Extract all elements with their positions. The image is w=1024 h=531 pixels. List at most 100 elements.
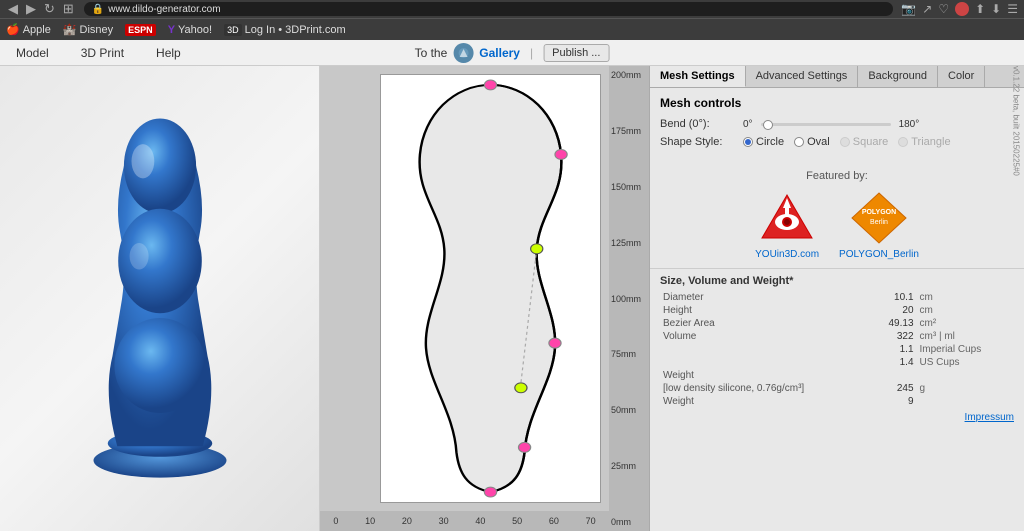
- browser-navigation: ◀ ▶ ↻ ⊞: [6, 1, 76, 17]
- polygon-berlin-logo-container: POLYGON Berlin POLYGON_Berlin: [839, 190, 919, 260]
- tab-mesh-settings[interactable]: Mesh Settings: [650, 66, 746, 87]
- bend-label: Bend (0°):: [660, 118, 735, 130]
- oval-radio-button[interactable]: [794, 137, 804, 147]
- featured-title: Featured by:: [660, 170, 1014, 182]
- control-point-1[interactable]: [518, 442, 530, 452]
- url-text: www.dildo-generator.com: [108, 4, 220, 15]
- heart-icon[interactable]: ♡: [938, 2, 949, 16]
- radio-circle[interactable]: Circle: [743, 136, 784, 148]
- featured-section: Featured by: YOUin3D.com: [650, 162, 1024, 268]
- mesh-controls-title: Mesh controls: [660, 96, 1014, 110]
- bend-min-label: 0°: [743, 119, 753, 130]
- bookmark-3dprint[interactable]: 3D Log In • 3DPrint.com: [224, 24, 346, 36]
- apple-icon: 🍎: [6, 23, 20, 36]
- bookmark-label: Apple: [23, 24, 51, 36]
- table-row: 1.4 US Cups: [660, 356, 1014, 369]
- bend-slider[interactable]: [761, 123, 891, 126]
- square-radio-button[interactable]: [840, 137, 850, 147]
- share-icon[interactable]: ↗: [922, 2, 932, 16]
- control-point-bottom[interactable]: [484, 487, 496, 497]
- size-panel-title: Size, Volume and Weight*: [660, 275, 1014, 287]
- profile-icon[interactable]: [955, 2, 969, 16]
- handle-1[interactable]: [531, 244, 543, 254]
- download-icon[interactable]: ⬇: [991, 2, 1001, 16]
- size-panel: Size, Volume and Weight* Diameter 10.1 c…: [650, 268, 1024, 429]
- yahoo-icon: Y: [168, 24, 175, 36]
- gallery-prefix: To the: [415, 46, 448, 60]
- tab-advanced-settings[interactable]: Advanced Settings: [746, 66, 859, 87]
- home-button[interactable]: ⊞: [61, 1, 76, 17]
- ruler-right: 200mm 175mm 150mm 125mm 100mm 75mm 50mm …: [609, 66, 649, 531]
- menu-3dprint[interactable]: 3D Print: [75, 43, 130, 63]
- table-row: Volume 322 cm³ | ml: [660, 330, 1014, 343]
- table-row: Diameter 10.1 cm: [660, 291, 1014, 304]
- settings-panel: v0.1.22 beta, built 20150225#0 Mesh Sett…: [650, 66, 1024, 531]
- bookmark-espn[interactable]: ESPN: [125, 24, 156, 36]
- menu-model[interactable]: Model: [10, 43, 55, 63]
- menu-help[interactable]: Help: [150, 43, 187, 63]
- menu-icon[interactable]: ☰: [1007, 2, 1018, 16]
- 3dprint-icon: 3D: [224, 24, 242, 36]
- back-button[interactable]: ◀: [6, 1, 20, 17]
- triangle-radio-button[interactable]: [898, 137, 908, 147]
- tab-background[interactable]: Background: [858, 66, 938, 87]
- reload-button[interactable]: ↻: [42, 1, 57, 17]
- bookmark-label: Log In • 3DPrint.com: [245, 24, 346, 36]
- table-row: Bezier Area 49.13 cm²: [660, 317, 1014, 330]
- address-bar[interactable]: 🔒 www.dildo-generator.com: [84, 2, 894, 16]
- circle-radio-button[interactable]: [743, 137, 753, 147]
- bookmark-yahoo[interactable]: Y Yahoo!: [168, 24, 212, 36]
- main-content: 200mm 175mm 150mm 125mm 100mm 75mm 50mm …: [0, 66, 1024, 531]
- radio-triangle[interactable]: Triangle: [898, 136, 950, 148]
- 3d-model-view: [60, 109, 260, 489]
- bookmark-disney[interactable]: 🏰 Disney: [63, 23, 113, 36]
- control-point-3[interactable]: [555, 149, 567, 159]
- main-menu: Model 3D Print Help: [10, 43, 187, 63]
- radio-square[interactable]: Square: [840, 136, 888, 148]
- shape-radio-group: Circle Oval Square Triangle: [743, 136, 951, 148]
- ruler-bottom: 0 10 20 30 40 50 60 70: [320, 511, 609, 531]
- youin3d-logo-container: YOUin3D.com: [755, 190, 819, 260]
- bookmark-apple[interactable]: 🍎 Apple: [6, 23, 51, 36]
- size-table: Diameter 10.1 cm Height 20 cm Bezier Are…: [660, 291, 1014, 408]
- polygon-berlin-link[interactable]: POLYGON_Berlin: [839, 249, 919, 260]
- camera-icon[interactable]: 📷: [901, 2, 916, 16]
- browser-chrome: ◀ ▶ ↻ ⊞ 🔒 www.dildo-generator.com 📷 ↗ ♡ …: [0, 0, 1024, 18]
- disney-icon: 🏰: [63, 23, 77, 36]
- handle-2[interactable]: [515, 383, 527, 393]
- control-point-top[interactable]: [484, 80, 496, 90]
- bookmarks-bar: 🍎 Apple 🏰 Disney ESPN Y Yahoo! 3D Log In…: [0, 18, 1024, 40]
- bend-control-row: Bend (0°): 0° 180°: [660, 118, 1014, 130]
- lock-icon: 🔒: [92, 4, 104, 15]
- svg-text:POLYGON: POLYGON: [862, 209, 896, 216]
- gallery-icon: [453, 43, 473, 63]
- bookmark-label: Disney: [80, 24, 114, 36]
- shape-style-label: Shape Style:: [660, 136, 735, 148]
- shape-style-row: Shape Style: Circle Oval Square: [660, 136, 1014, 148]
- control-point-2[interactable]: [549, 338, 561, 348]
- curve-svg: [381, 75, 600, 502]
- impressum-link[interactable]: Impressum: [660, 412, 1014, 423]
- table-row: [low density silicone, 0.76g/cm³] 245 g: [660, 382, 1014, 395]
- upload-icon[interactable]: ⬆: [975, 2, 985, 16]
- espn-icon: ESPN: [125, 24, 156, 36]
- curve-editor-panel[interactable]: 200mm 175mm 150mm 125mm 100mm 75mm 50mm …: [320, 66, 650, 531]
- youin3d-link[interactable]: YOUin3D.com: [755, 249, 819, 260]
- settings-tabs: Mesh Settings Advanced Settings Backgrou…: [650, 66, 1024, 88]
- bezier-canvas[interactable]: [380, 74, 601, 503]
- svg-text:Berlin: Berlin: [870, 219, 888, 226]
- bend-max-label: 180°: [899, 119, 920, 130]
- radio-oval[interactable]: Oval: [794, 136, 830, 148]
- bend-slider-container: 0° 180°: [743, 119, 919, 130]
- bookmark-label: Yahoo!: [178, 24, 212, 36]
- publish-button[interactable]: Publish ...: [543, 44, 609, 62]
- gallery-link[interactable]: Gallery: [479, 46, 520, 60]
- 3d-view-panel: [0, 66, 320, 531]
- table-row: 1.1 Imperial Cups: [660, 343, 1014, 356]
- tab-color[interactable]: Color: [938, 66, 985, 87]
- youin3d-logo: [757, 190, 817, 245]
- table-row: Height 20 cm: [660, 304, 1014, 317]
- browser-toolbar-icons: 📷 ↗ ♡ ⬆ ⬇ ☰: [901, 2, 1018, 16]
- gallery-nav: To the Gallery | Publish ...: [415, 43, 610, 63]
- forward-button[interactable]: ▶: [24, 1, 38, 17]
